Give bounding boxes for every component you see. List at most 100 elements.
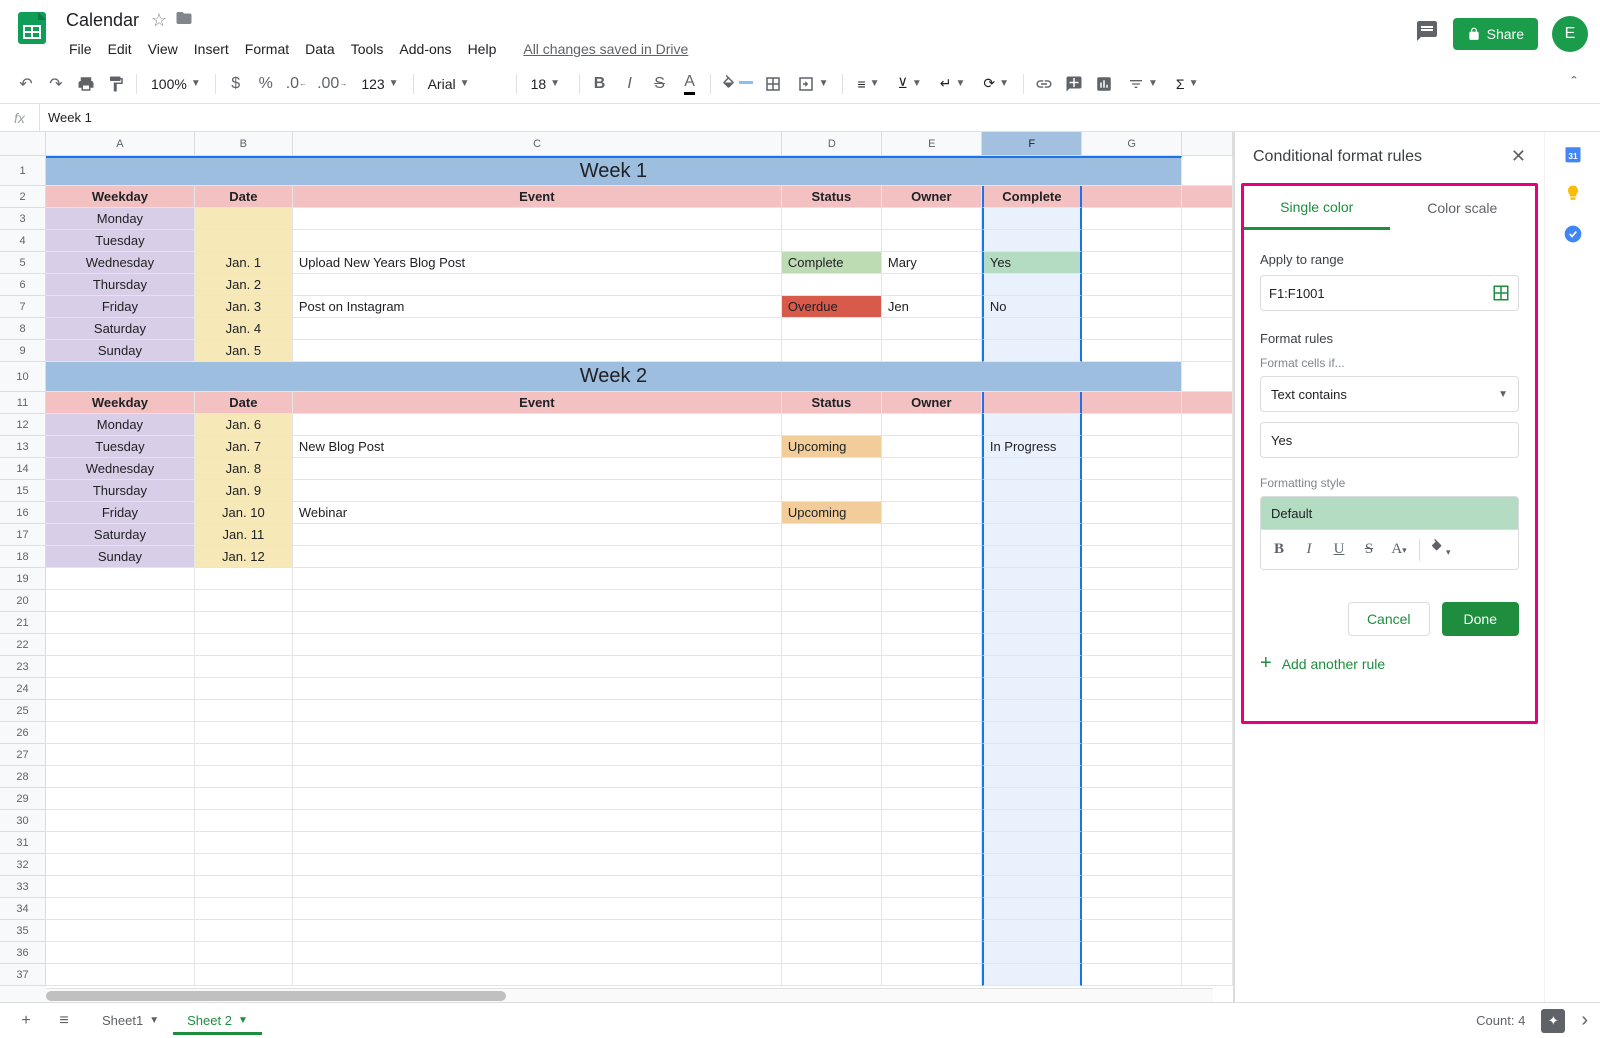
row-header[interactable]: 19	[0, 568, 46, 590]
cell[interactable]	[982, 546, 1082, 568]
cell[interactable]	[1082, 722, 1182, 744]
cell[interactable]	[982, 854, 1082, 876]
cell[interactable]	[782, 744, 882, 766]
cell[interactable]	[1182, 634, 1233, 656]
cell[interactable]: Upcoming	[782, 502, 882, 524]
row-header[interactable]: 17	[0, 524, 46, 546]
cell[interactable]	[782, 590, 882, 612]
cell[interactable]	[782, 700, 882, 722]
row-header[interactable]: 25	[0, 700, 46, 722]
row-header[interactable]: 31	[0, 832, 46, 854]
cell[interactable]	[293, 876, 782, 898]
cell[interactable]: Jan. 10	[195, 502, 293, 524]
cell[interactable]: Jan. 7	[195, 436, 293, 458]
cell[interactable]: Friday	[46, 296, 195, 318]
cell[interactable]	[293, 722, 782, 744]
cancel-button[interactable]: Cancel	[1348, 602, 1430, 636]
fill-color-button[interactable]	[717, 70, 757, 98]
row-header[interactable]: 5	[0, 252, 46, 274]
add-rule-button[interactable]: + Add another rule	[1244, 636, 1535, 691]
cell[interactable]	[293, 340, 782, 362]
sheets-logo[interactable]	[12, 8, 52, 48]
cell[interactable]	[46, 964, 195, 986]
cell[interactable]	[1082, 832, 1182, 854]
paint-format-button[interactable]	[102, 70, 130, 98]
cell[interactable]	[882, 942, 982, 964]
cell[interactable]	[46, 832, 195, 854]
week1-title[interactable]: Week 1	[46, 156, 1182, 186]
cell[interactable]: New Blog Post	[293, 436, 782, 458]
cell[interactable]	[1182, 568, 1233, 590]
print-button[interactable]	[72, 70, 100, 98]
all-sheets-button[interactable]: ≡	[50, 1007, 78, 1035]
chart-button[interactable]	[1090, 70, 1118, 98]
cell[interactable]	[1182, 964, 1233, 986]
cell[interactable]	[782, 656, 882, 678]
cell[interactable]	[882, 766, 982, 788]
merge-cells-button[interactable]: ▼	[789, 70, 837, 98]
cell[interactable]	[882, 700, 982, 722]
cell[interactable]	[293, 208, 782, 230]
cell[interactable]	[1082, 186, 1182, 208]
row-header[interactable]: 20	[0, 590, 46, 612]
cell[interactable]	[982, 942, 1082, 964]
cell[interactable]	[982, 524, 1082, 546]
cell[interactable]	[293, 524, 782, 546]
cell[interactable]	[293, 898, 782, 920]
cell[interactable]	[1082, 920, 1182, 942]
cells-grid[interactable]: Week 1WeekdayDateEventStatusOwnerComplet…	[46, 156, 1233, 1002]
cell[interactable]	[982, 634, 1082, 656]
cell[interactable]: Overdue	[782, 296, 882, 318]
cell[interactable]	[1182, 678, 1233, 700]
cell[interactable]	[782, 634, 882, 656]
cell[interactable]	[1082, 700, 1182, 722]
menu-format[interactable]: Format	[238, 37, 296, 61]
cell[interactable]	[782, 876, 882, 898]
cell[interactable]	[982, 274, 1082, 296]
cell[interactable]	[46, 634, 195, 656]
cell[interactable]	[293, 612, 782, 634]
star-icon[interactable]: ☆	[151, 10, 167, 31]
cell[interactable]	[1082, 898, 1182, 920]
cell[interactable]	[1182, 156, 1233, 186]
cell[interactable]	[782, 524, 882, 546]
cell[interactable]	[1182, 502, 1233, 524]
row-header[interactable]: 2	[0, 186, 46, 208]
cell[interactable]	[46, 920, 195, 942]
cell[interactable]	[1182, 590, 1233, 612]
cell[interactable]	[46, 788, 195, 810]
row-header[interactable]: 4	[0, 230, 46, 252]
col-header-H[interactable]	[1182, 132, 1233, 156]
cell[interactable]	[1082, 678, 1182, 700]
cell[interactable]	[1182, 744, 1233, 766]
cell[interactable]	[882, 744, 982, 766]
cell[interactable]	[46, 744, 195, 766]
cell[interactable]	[982, 612, 1082, 634]
cell[interactable]	[982, 876, 1082, 898]
keep-icon[interactable]	[1563, 184, 1583, 204]
row-header[interactable]: 8	[0, 318, 46, 340]
cell[interactable]	[1082, 964, 1182, 986]
collapse-toolbar-button[interactable]: ˆ	[1560, 70, 1588, 98]
formula-input[interactable]: Week 1	[40, 110, 1600, 125]
add-sheet-button[interactable]: +	[12, 1007, 40, 1035]
cell[interactable]	[293, 788, 782, 810]
wrap-button[interactable]: ↵▼	[932, 70, 974, 98]
cell[interactable]	[293, 458, 782, 480]
row-header[interactable]: 37	[0, 964, 46, 986]
row-header[interactable]: 36	[0, 942, 46, 964]
side-panel-toggle-icon[interactable]: ›	[1581, 1009, 1588, 1032]
cell[interactable]: Jen	[882, 296, 982, 318]
cell[interactable]	[1082, 942, 1182, 964]
row-header[interactable]: 24	[0, 678, 46, 700]
cell[interactable]: Tuesday	[46, 230, 195, 252]
cell[interactable]	[882, 208, 982, 230]
col-header-B[interactable]: B	[195, 132, 293, 156]
cell[interactable]	[1082, 656, 1182, 678]
cell[interactable]: Wednesday	[46, 458, 195, 480]
h-scrollbar[interactable]	[46, 988, 1213, 1002]
cell[interactable]	[782, 854, 882, 876]
row-header[interactable]: 13	[0, 436, 46, 458]
cell[interactable]	[46, 876, 195, 898]
cell[interactable]: No	[982, 296, 1082, 318]
